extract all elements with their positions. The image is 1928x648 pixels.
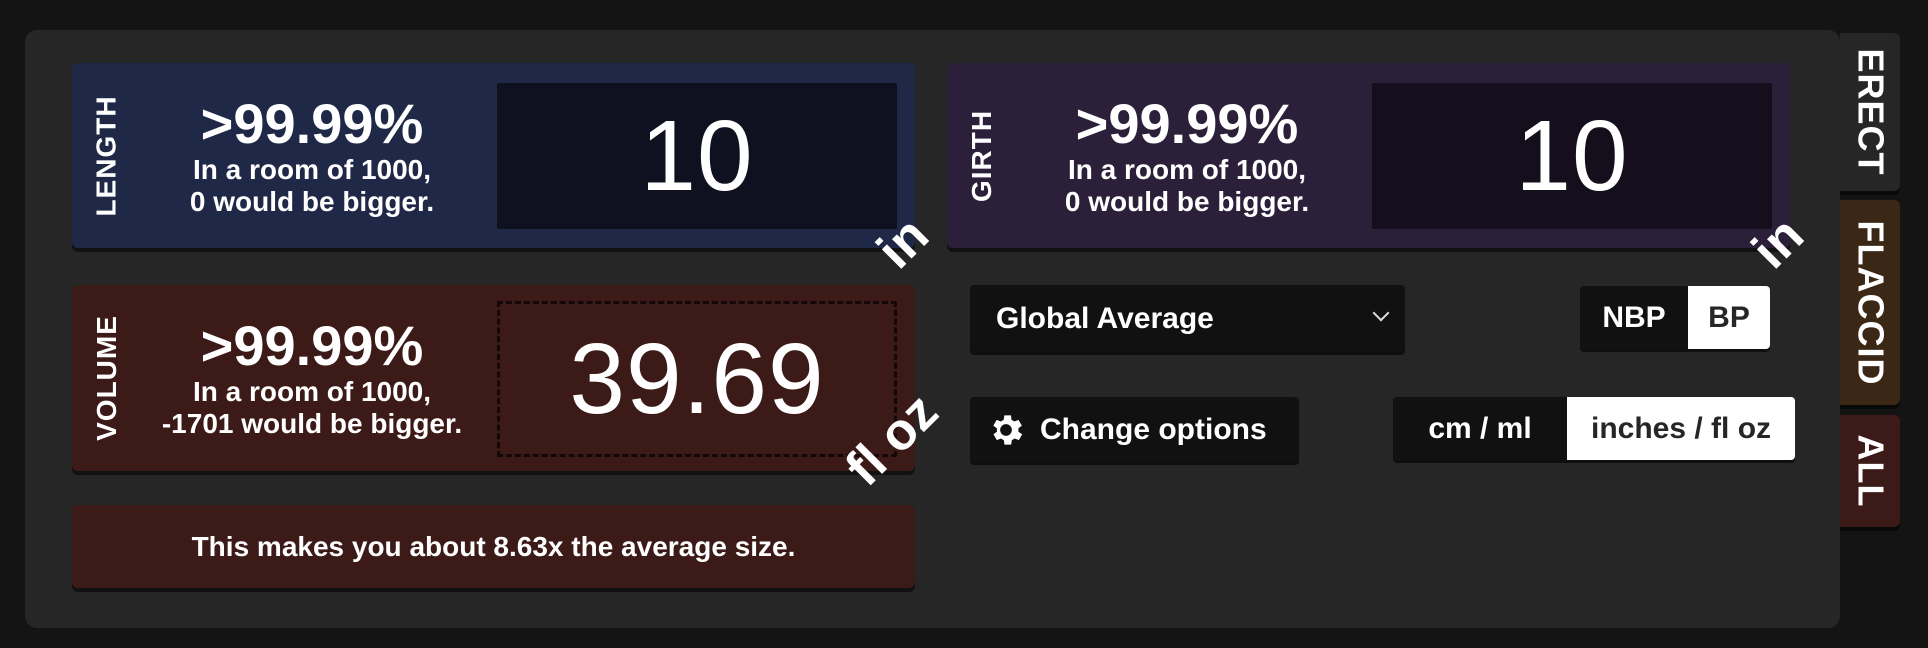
dataset-select[interactable]: Global Average — [970, 285, 1405, 352]
volume-room-line-1: In a room of 1000, — [192, 376, 432, 407]
nbp-option[interactable]: NBP — [1580, 286, 1688, 349]
tab-flaccid-label: FLACCID — [1850, 220, 1892, 385]
gear-icon — [993, 414, 1023, 445]
tab-all[interactable]: ALL — [1840, 415, 1900, 527]
girth-room-line-1: In a room of 1000, — [1067, 153, 1307, 185]
length-room-line-2: 0 would be bigger. — [189, 185, 435, 217]
tab-flaccid[interactable]: FLACCID — [1840, 200, 1900, 405]
length-card: LENGTH >99.99% In a room of 1000, 0 woul… — [72, 63, 940, 280]
imperial-option[interactable]: inches / fl oz — [1567, 397, 1795, 460]
volume-readout: 39.69 — [497, 301, 897, 457]
chevron-down-icon — [1372, 304, 1390, 322]
volume-percentile: >99.99% — [200, 314, 424, 377]
girth-card: GIRTH >99.99% In a room of 1000, 0 would… — [947, 63, 1815, 280]
volume-label: VOLUME — [91, 315, 122, 441]
volume-card: VOLUME >99.99% In a room of 1000, -1701 … — [72, 285, 949, 497]
length-label: LENGTH — [91, 94, 123, 217]
dataset-select-value: Global Average — [996, 301, 1214, 335]
girth-label: GIRTH — [966, 109, 998, 202]
change-options-label: Change options — [1040, 412, 1267, 446]
length-value: 10 — [640, 99, 754, 212]
length-room-line-1: In a room of 1000, — [192, 153, 432, 185]
change-options-button[interactable]: Change options — [970, 397, 1299, 462]
girth-room-line-2: 0 would be bigger. — [1064, 185, 1310, 217]
girth-input[interactable]: 10 — [1372, 83, 1772, 229]
units-toggle: cm / ml inches / fl oz — [1393, 397, 1795, 460]
summary-text: This makes you about 8.63x the average s… — [191, 530, 796, 562]
girth-percentile: >99.99% — [1075, 91, 1299, 155]
length-input[interactable]: 10 — [497, 83, 897, 229]
tab-all-label: ALL — [1850, 434, 1892, 508]
tab-erect[interactable]: ERECT — [1840, 33, 1900, 191]
summary-banner: This makes you about 8.63x the average s… — [72, 505, 915, 588]
volume-room-line-2: -1701 would be bigger. — [161, 408, 463, 439]
bp-toggle: NBP BP — [1580, 286, 1770, 349]
girth-value: 10 — [1515, 99, 1629, 212]
bp-option[interactable]: BP — [1688, 286, 1770, 349]
volume-value: 39.69 — [569, 322, 825, 435]
metric-option[interactable]: cm / ml — [1393, 397, 1567, 460]
tab-erect-label: ERECT — [1850, 48, 1892, 176]
length-percentile: >99.99% — [200, 91, 424, 155]
calculator-panel: LENGTH >99.99% In a room of 1000, 0 woul… — [25, 30, 1840, 628]
